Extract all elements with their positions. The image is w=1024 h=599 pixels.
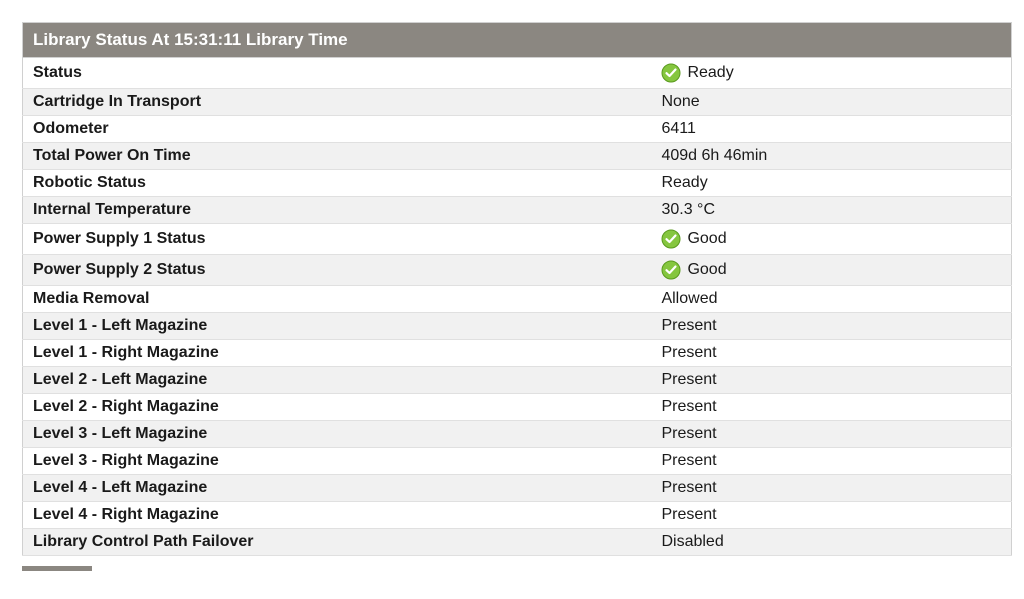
status-value-cell: 30.3 °C <box>655 197 1011 224</box>
status-value-cell: 409d 6h 46min <box>655 143 1011 170</box>
status-row: Media Removal Allowed <box>23 286 1012 313</box>
status-label: Level 2 - Left Magazine <box>23 367 656 394</box>
status-value: None <box>661 93 699 111</box>
status-value-cell: Ready <box>655 170 1011 197</box>
status-label: Robotic Status <box>23 170 656 197</box>
status-row: Total Power On Time 409d 6h 46min <box>23 143 1012 170</box>
status-label: Internal Temperature <box>23 197 656 224</box>
status-label: Level 1 - Right Magazine <box>23 340 656 367</box>
status-value: Ready <box>687 64 733 82</box>
status-value-cell: Ready <box>655 58 1011 89</box>
status-label: Odometer <box>23 116 656 143</box>
status-value: Present <box>661 425 716 443</box>
status-value: Good <box>687 230 726 248</box>
status-value-cell: Good <box>655 255 1011 286</box>
status-value-cell: Present <box>655 394 1011 421</box>
status-label: Total Power On Time <box>23 143 656 170</box>
status-row: Level 3 - Left Magazine Present <box>23 421 1012 448</box>
status-value-cell: Present <box>655 448 1011 475</box>
status-value: 409d 6h 46min <box>661 147 767 165</box>
status-value-cell: Present <box>655 340 1011 367</box>
status-row: Level 4 - Right Magazine Present <box>23 502 1012 529</box>
status-label: Level 3 - Left Magazine <box>23 421 656 448</box>
status-label: Level 2 - Right Magazine <box>23 394 656 421</box>
status-label: Cartridge In Transport <box>23 89 656 116</box>
status-label: Library Control Path Failover <box>23 529 656 556</box>
status-row: Level 1 - Right Magazine Present <box>23 340 1012 367</box>
status-value-cell: None <box>655 89 1011 116</box>
status-label: Level 3 - Right Magazine <box>23 448 656 475</box>
status-value-cell: Good <box>655 224 1011 255</box>
library-status-table: Library Status At 15:31:11 Library Time … <box>22 22 1012 556</box>
status-value-cell: Disabled <box>655 529 1011 556</box>
status-value-cell: Allowed <box>655 286 1011 313</box>
status-value-cell: Present <box>655 502 1011 529</box>
status-value-cell: Present <box>655 421 1011 448</box>
status-label: Power Supply 1 Status <box>23 224 656 255</box>
bottom-accent-bar <box>22 566 92 571</box>
status-row: Level 4 - Left Magazine Present <box>23 475 1012 502</box>
status-value: Disabled <box>661 533 723 551</box>
status-value: 6411 <box>661 120 695 138</box>
status-label: Power Supply 2 Status <box>23 255 656 286</box>
status-label: Level 4 - Right Magazine <box>23 502 656 529</box>
status-value: Present <box>661 371 716 389</box>
status-row: Level 2 - Right Magazine Present <box>23 394 1012 421</box>
check-icon <box>661 260 681 280</box>
status-row: Internal Temperature 30.3 °C <box>23 197 1012 224</box>
status-row: Level 1 - Left Magazine Present <box>23 313 1012 340</box>
status-row: Library Control Path Failover Disabled <box>23 529 1012 556</box>
status-row: Level 3 - Right Magazine Present <box>23 448 1012 475</box>
status-value: Present <box>661 452 716 470</box>
table-header: Library Status At 15:31:11 Library Time <box>23 23 1012 58</box>
status-value: Present <box>661 344 716 362</box>
status-value: Present <box>661 317 716 335</box>
check-icon <box>661 63 681 83</box>
status-row: Cartridge In Transport None <box>23 89 1012 116</box>
status-row: Odometer 6411 <box>23 116 1012 143</box>
status-value-cell: Present <box>655 367 1011 394</box>
status-row: Level 2 - Left Magazine Present <box>23 367 1012 394</box>
status-value-cell: 6411 <box>655 116 1011 143</box>
status-value: Present <box>661 398 716 416</box>
status-row: Status Ready <box>23 58 1012 89</box>
status-label: Level 4 - Left Magazine <box>23 475 656 502</box>
status-label: Media Removal <box>23 286 656 313</box>
status-value: Good <box>687 261 726 279</box>
status-label: Level 1 - Left Magazine <box>23 313 656 340</box>
status-value: Present <box>661 506 716 524</box>
status-value: Allowed <box>661 290 717 308</box>
status-row: Robotic Status Ready <box>23 170 1012 197</box>
status-value-cell: Present <box>655 313 1011 340</box>
status-row: Power Supply 2 Status Good <box>23 255 1012 286</box>
status-value: 30.3 °C <box>661 201 715 219</box>
status-row: Power Supply 1 Status Good <box>23 224 1012 255</box>
status-value-cell: Present <box>655 475 1011 502</box>
check-icon <box>661 229 681 249</box>
status-label: Status <box>23 58 656 89</box>
status-value: Present <box>661 479 716 497</box>
status-value: Ready <box>661 174 707 192</box>
